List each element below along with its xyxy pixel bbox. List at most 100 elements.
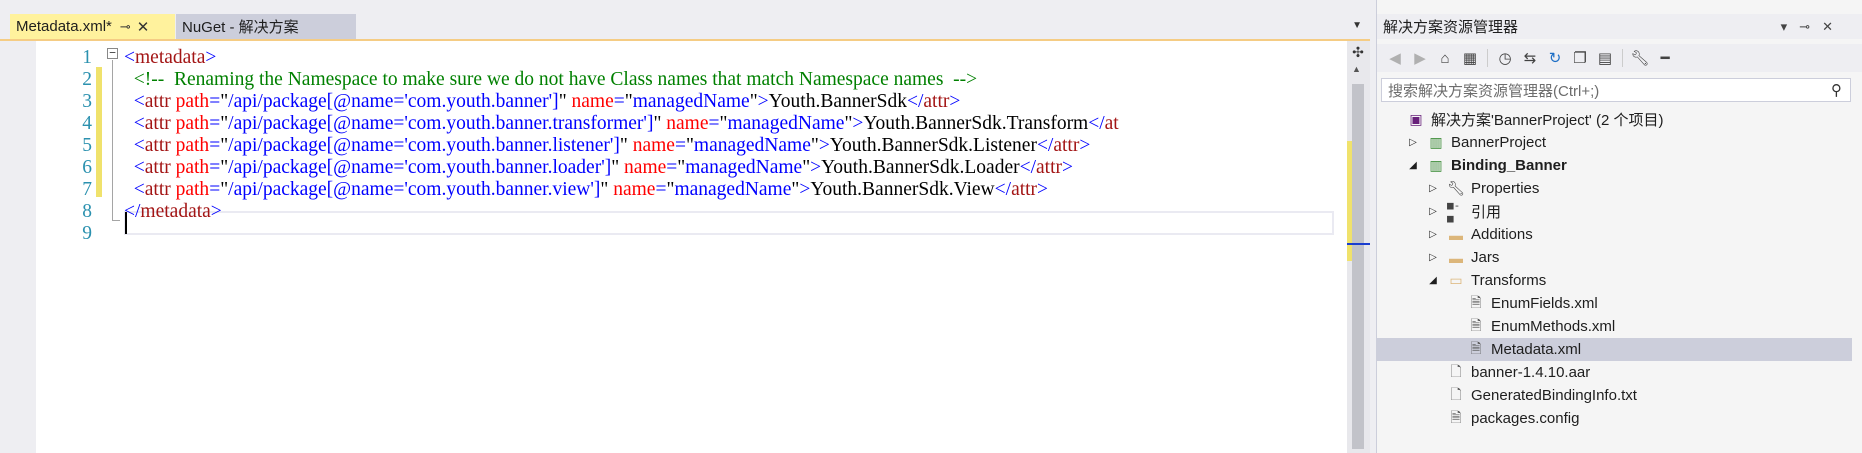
tree-node[interactable]: ▣ 解决方案'BannerProject' (2 个项目) [1377,108,1862,131]
tree-node[interactable]: 🗎︎ EnumFields.xml [1377,292,1862,315]
tab-metadata-xml[interactable]: Metadata.xml* ⊸ ✕ [10,14,175,39]
toolbar-separator [1622,49,1623,67]
tree-node[interactable]: ◢ ▭ Transforms [1377,269,1862,292]
code-token: attr [144,113,171,134]
search-input[interactable]: 搜索解决方案资源管理器(Ctrl+;) [1388,80,1831,101]
scroll-up-icon[interactable]: ▲ [1352,64,1361,74]
back-icon[interactable]: ◀ [1385,48,1405,68]
pin-icon[interactable]: ⊸ [1799,19,1810,35]
tree-node-label: 解决方案'BannerProject' (2 个项目) [1431,112,1664,129]
document-tab-strip: Metadata.xml* ⊸ ✕ NuGet - 解决方案 ▼ [0,0,1370,41]
code-token: managedName [685,157,803,178]
tree-scrollbar[interactable] [1852,108,1862,453]
tree-node[interactable]: 🗎︎ packages.config [1377,407,1862,430]
code-token: /api/package[@name='com.youth.banner.tra… [228,113,654,134]
code-line[interactable]: 9 [36,221,1347,247]
tab-label: NuGet - 解决方案 [182,19,299,36]
tree-node-label: Transforms [1471,272,1547,289]
code-token: attr [1011,179,1038,200]
collapse-arrow-icon[interactable]: ◢ [1407,160,1419,171]
split-window-icon[interactable]: ✣ [1350,43,1366,61]
history-icon[interactable]: ◷ [1495,48,1515,68]
code-token: " [749,91,758,112]
tree-node[interactable]: ▷ 🔧︎ Properties [1377,177,1862,200]
code-token: attr [144,157,171,178]
code-token: <!-- Renaming the Namespace to make sure… [124,69,978,90]
editor-pane: Metadata.xml* ⊸ ✕ NuGet - 解决方案 ▼ − 1 <met… [0,0,1370,453]
code-token: " [802,157,811,178]
scroll-thumb[interactable] [1352,84,1364,449]
code-token: </ [1019,157,1037,178]
xml-file-icon: 🗎︎ [1470,293,1482,310]
project-icon: ▥ [1429,157,1443,173]
tree-node[interactable]: 🗋︎ GeneratedBindingInfo.txt [1377,384,1862,407]
tree-node[interactable]: ▷ ▬ Additions [1377,223,1862,246]
scroll-caret-marker [1347,243,1370,245]
tree-node[interactable]: ▷ ▥ BannerProject [1377,131,1862,154]
tree-node[interactable]: 🗎︎ Metadata.xml [1377,338,1862,361]
show-all-files-icon[interactable]: ▤ [1595,48,1615,68]
code-token: > [1079,135,1091,156]
code-token: managedName [727,113,845,134]
expand-arrow-icon[interactable]: ▷ [1427,229,1439,240]
tab-nuget[interactable]: NuGet - 解决方案 [176,14,356,39]
collapse-arrow-icon[interactable]: ◢ [1427,275,1439,286]
code-token: " [810,135,819,156]
code-token: metadata [135,47,206,68]
code-token: > [810,157,822,178]
code-token: managedName [674,179,792,200]
collapse-all-icon[interactable]: ❐ [1570,48,1590,68]
xml-file-icon: 🗎︎ [1470,339,1482,356]
tree-node[interactable]: ▷ ■-■ 引用 [1377,199,1862,225]
code-token: > [757,91,769,112]
code-token: = [209,179,221,200]
code-token: < [124,179,145,200]
expand-arrow-icon[interactable]: ▷ [1427,206,1439,217]
solution-explorer: 解决方案资源管理器 ▾ ⊸ ✕ ◀ ▶ ⌂ ▦ ◷ ⇆ ↻ ❐ ▤ 🔧︎ ━ 搜… [1376,0,1862,453]
close-icon[interactable]: ✕ [1822,19,1833,35]
forward-icon[interactable]: ▶ [1410,48,1430,68]
close-icon[interactable]: ✕ [137,18,150,36]
tree-node[interactable]: ▷ ▬ Jars [1377,246,1862,269]
code-token: path [170,157,210,178]
pin-icon[interactable]: ⊸ [120,19,131,35]
code-token: path [170,91,210,112]
code-token: attr [144,91,171,112]
file-icon: 🗋︎ [1450,385,1462,402]
code-token: " [611,157,620,178]
tree-node-label: Properties [1471,180,1540,197]
code-token: = [666,157,678,178]
sync-icon[interactable]: ⇆ [1520,48,1540,68]
code-token: </ [1036,135,1054,156]
properties-icon[interactable]: 🔧︎ [1630,48,1650,68]
panel-menu-icon[interactable]: ▾ [1781,19,1788,35]
refresh-icon[interactable]: ↻ [1545,48,1565,68]
code-token: " [624,91,633,112]
search-box[interactable]: 搜索解决方案资源管理器(Ctrl+;) ⚲ [1381,78,1851,102]
switch-views-icon[interactable]: ▦ [1460,48,1480,68]
tab-dropdown-icon[interactable]: ▼ [1352,20,1362,31]
toolbar-separator [1487,49,1488,67]
preview-icon[interactable]: ━ [1655,48,1675,68]
code-token: " [220,91,229,112]
folder-open-icon: ▭ [1449,272,1463,288]
search-icon[interactable]: ⚲ [1831,81,1842,99]
home-icon[interactable]: ⌂ [1435,48,1455,68]
expand-arrow-icon[interactable]: ▷ [1427,252,1439,263]
tree-node[interactable]: ◢ ▥ Binding_Banner [1377,154,1862,177]
expand-arrow-icon[interactable]: ▷ [1427,183,1439,194]
vertical-scrollbar[interactable]: ✣ ▲ [1347,41,1370,453]
code-token: " [220,135,229,156]
code-token: attr [144,135,171,156]
code-token: > [1062,157,1073,178]
expand-arrow-icon[interactable]: ▷ [1407,137,1419,148]
tree-node-label: banner-1.4.10.aar [1471,364,1591,381]
code-token: < [124,91,145,112]
tree-node[interactable]: 🗋︎ banner-1.4.10.aar [1377,361,1862,384]
tree-node[interactable]: 🗎︎ EnumMethods.xml [1377,315,1862,338]
code-editor[interactable]: − 1 <metadata> 2 <!-- Renaming the Namespa… [36,41,1347,453]
solution-icon: ▣ [1409,111,1423,127]
code-token: > [949,91,961,112]
code-token: = [209,157,221,178]
code-token: > [1037,179,1049,200]
